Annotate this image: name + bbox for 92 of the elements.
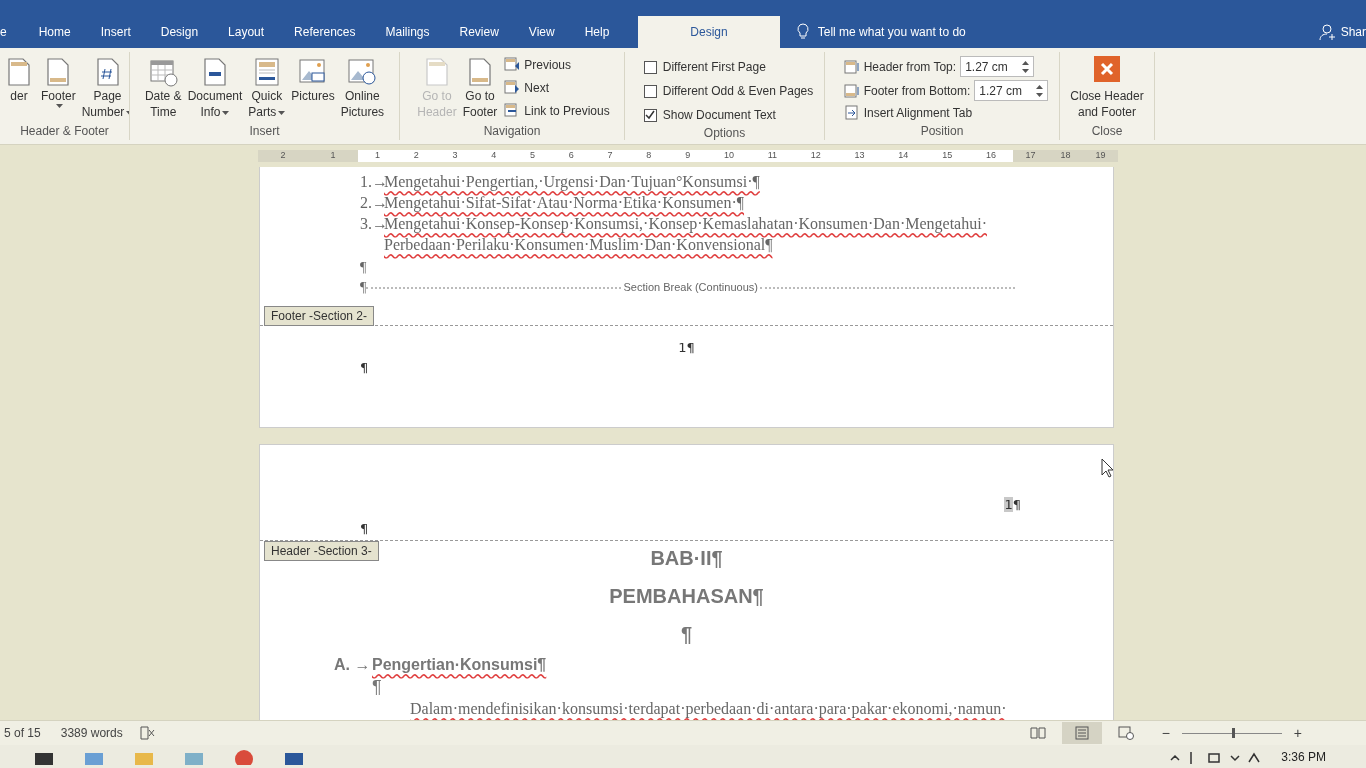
list-letter: A. → (334, 655, 372, 675)
checkbox[interactable] (643, 108, 657, 122)
footer-position-icon (843, 82, 860, 99)
ribbon-button[interactable]: Online Pictures (337, 52, 388, 122)
proofing-icon[interactable] (138, 726, 155, 740)
page-count[interactable]: 5 of 15 (4, 724, 41, 742)
caret-icon (55, 104, 63, 108)
paragraph-mark: ¶ (372, 677, 382, 697)
ribbon-tab[interactable]: Layout (213, 16, 280, 48)
paragraph-mark: ¶ (360, 259, 367, 277)
globe-page-icon (1117, 726, 1134, 740)
group-label: Options (702, 125, 747, 140)
ribbon-tab[interactable]: Home (23, 16, 86, 48)
book-icon (1029, 726, 1046, 740)
ribbon-button[interactable]: Pictures (288, 52, 338, 122)
checkbox-label: Different First Page (662, 59, 766, 76)
group-label: Navigation (482, 123, 542, 140)
share-icon (1318, 23, 1337, 41)
paragraph-mark: ¶ (360, 358, 370, 377)
close-icon (1094, 56, 1120, 82)
ribbon-tab[interactable]: View (513, 16, 570, 48)
spin-arrows-icon[interactable] (1036, 83, 1044, 98)
zoom-out-button[interactable]: − (1161, 722, 1170, 744)
ribbon-tab[interactable]: Review (444, 16, 514, 48)
group-label: Position (919, 123, 965, 140)
list-item-text: Perbedaan·Perilaku·Konsumen·Muslim·Dan·Konvensional¶ (384, 235, 774, 255)
ribbon-tab[interactable]: Mailings (370, 16, 445, 48)
group-label: Close (1090, 123, 1124, 140)
ribbon-button[interactable]: Document Info (184, 52, 246, 122)
page-icon (1073, 726, 1090, 740)
paragraph-mark: ¶ (360, 519, 369, 538)
section-break-label: Section Break (Continuous) (622, 280, 759, 296)
close-header-footer-button[interactable]: Close Header and Footer (1066, 52, 1148, 122)
footer-section-tag: Footer -Section 2- (264, 306, 375, 326)
list-item-text: Mengetahui·Konsep-Konsep·Konsumsi,·Konsep·Kemaslahatan·Konsumen·Dan·Mengetahui· (384, 214, 987, 234)
previous-icon (504, 57, 521, 73)
header-section-tag: Header -Section 3- (264, 541, 379, 561)
chapter-title: PEMBAHASAN¶ (609, 584, 764, 609)
body-paragraph: Dalam·mendefinisikan·konsumsi·terdapat·perbedaan·di·antara·para·pakar·ekonomi,·namun· (410, 699, 1008, 720)
ribbon-tab[interactable]: References (279, 16, 371, 48)
word-count[interactable]: 3389 words (60, 724, 123, 742)
ribbon-tab[interactable]: Help (569, 16, 625, 48)
ribbon-tab[interactable]: Insert (85, 16, 146, 48)
ribbon-button[interactable]: Date & Time (141, 52, 185, 122)
next-icon (504, 80, 521, 96)
ribbon-button[interactable]: Link to Previous (504, 102, 610, 120)
paragraph-mark: ¶ (360, 279, 367, 297)
page-number: 1¶ (678, 339, 695, 357)
ribbon-button[interactable]: Page Number (78, 52, 129, 122)
caret-icon (278, 110, 286, 115)
field-label: Header from Top: (863, 58, 957, 76)
ribbon-tab[interactable]: Design (145, 16, 214, 48)
checkbox-label: Different Odd & Even Pages (662, 83, 814, 100)
page-number: 1¶ (1004, 496, 1021, 514)
zoom-in-button[interactable]: + (1293, 722, 1302, 744)
paragraph-mark: ¶ (680, 622, 693, 647)
spin-field[interactable]: 1.27 cm (960, 56, 1035, 77)
clock-time[interactable]: 3:36 PM (1281, 747, 1326, 766)
ribbon-tab[interactable]: Design (638, 16, 780, 48)
chapter-heading: BAB·II¶ (650, 546, 723, 571)
list-number: 3.→ (360, 214, 384, 232)
ribbon-button[interactable]: Previous (504, 56, 610, 74)
spin-arrows-icon[interactable] (1022, 59, 1030, 74)
ribbon-tab[interactable]: e (0, 16, 24, 48)
spin-field[interactable]: 1.27 cm (974, 80, 1049, 101)
ribbon-button[interactable]: Quick Parts (245, 52, 289, 122)
ribbon-button[interactable]: Go to Footer (459, 52, 501, 122)
ribbon-button[interactable]: Insert Alignment Tab (843, 104, 1049, 122)
checkbox[interactable] (643, 84, 657, 98)
print-layout-button[interactable] (1061, 722, 1102, 744)
checkbox[interactable] (643, 60, 657, 74)
zoom-slider[interactable] (1181, 728, 1282, 738)
caret-icon (222, 110, 230, 115)
list-number: 1.→ (360, 172, 384, 190)
ribbon-button[interactable]: Next (504, 79, 610, 97)
list-item-text: Mengetahui·Pengertian,·Urgensi·Dan·Tujuan°Konsumsi·¶ (384, 172, 760, 192)
ribbon-button[interactable]: Footer (38, 52, 79, 122)
section-heading: Pengertian·Konsumsi¶ (372, 655, 547, 675)
ribbon-button[interactable]: der (0, 52, 38, 122)
header-position-icon (843, 58, 860, 75)
lightbulb-icon (795, 23, 810, 41)
share-button[interactable]: Shar (1340, 23, 1366, 41)
list-number: 2.→ (360, 193, 384, 211)
group-label: Insert (248, 123, 281, 140)
group-label: Header & Footer (19, 123, 110, 140)
list-item-text: Mengetahui·Sifat-Sifat·Atau·Norma·Etika·Konsumen·¶ (384, 193, 745, 213)
tell-me-field[interactable]: Tell me what you want to do (817, 23, 966, 41)
field-label: Footer from Bottom: (863, 82, 971, 100)
alignment-tab-icon (843, 105, 860, 121)
ruler[interactable]: 2 1 1 2 3 4 5 6 7 8 9 10 11 12 13 14 15 16 17 18 19 (258, 150, 1118, 162)
online-picture-icon (346, 56, 379, 88)
checkbox-label: Show Document Text (662, 107, 776, 124)
